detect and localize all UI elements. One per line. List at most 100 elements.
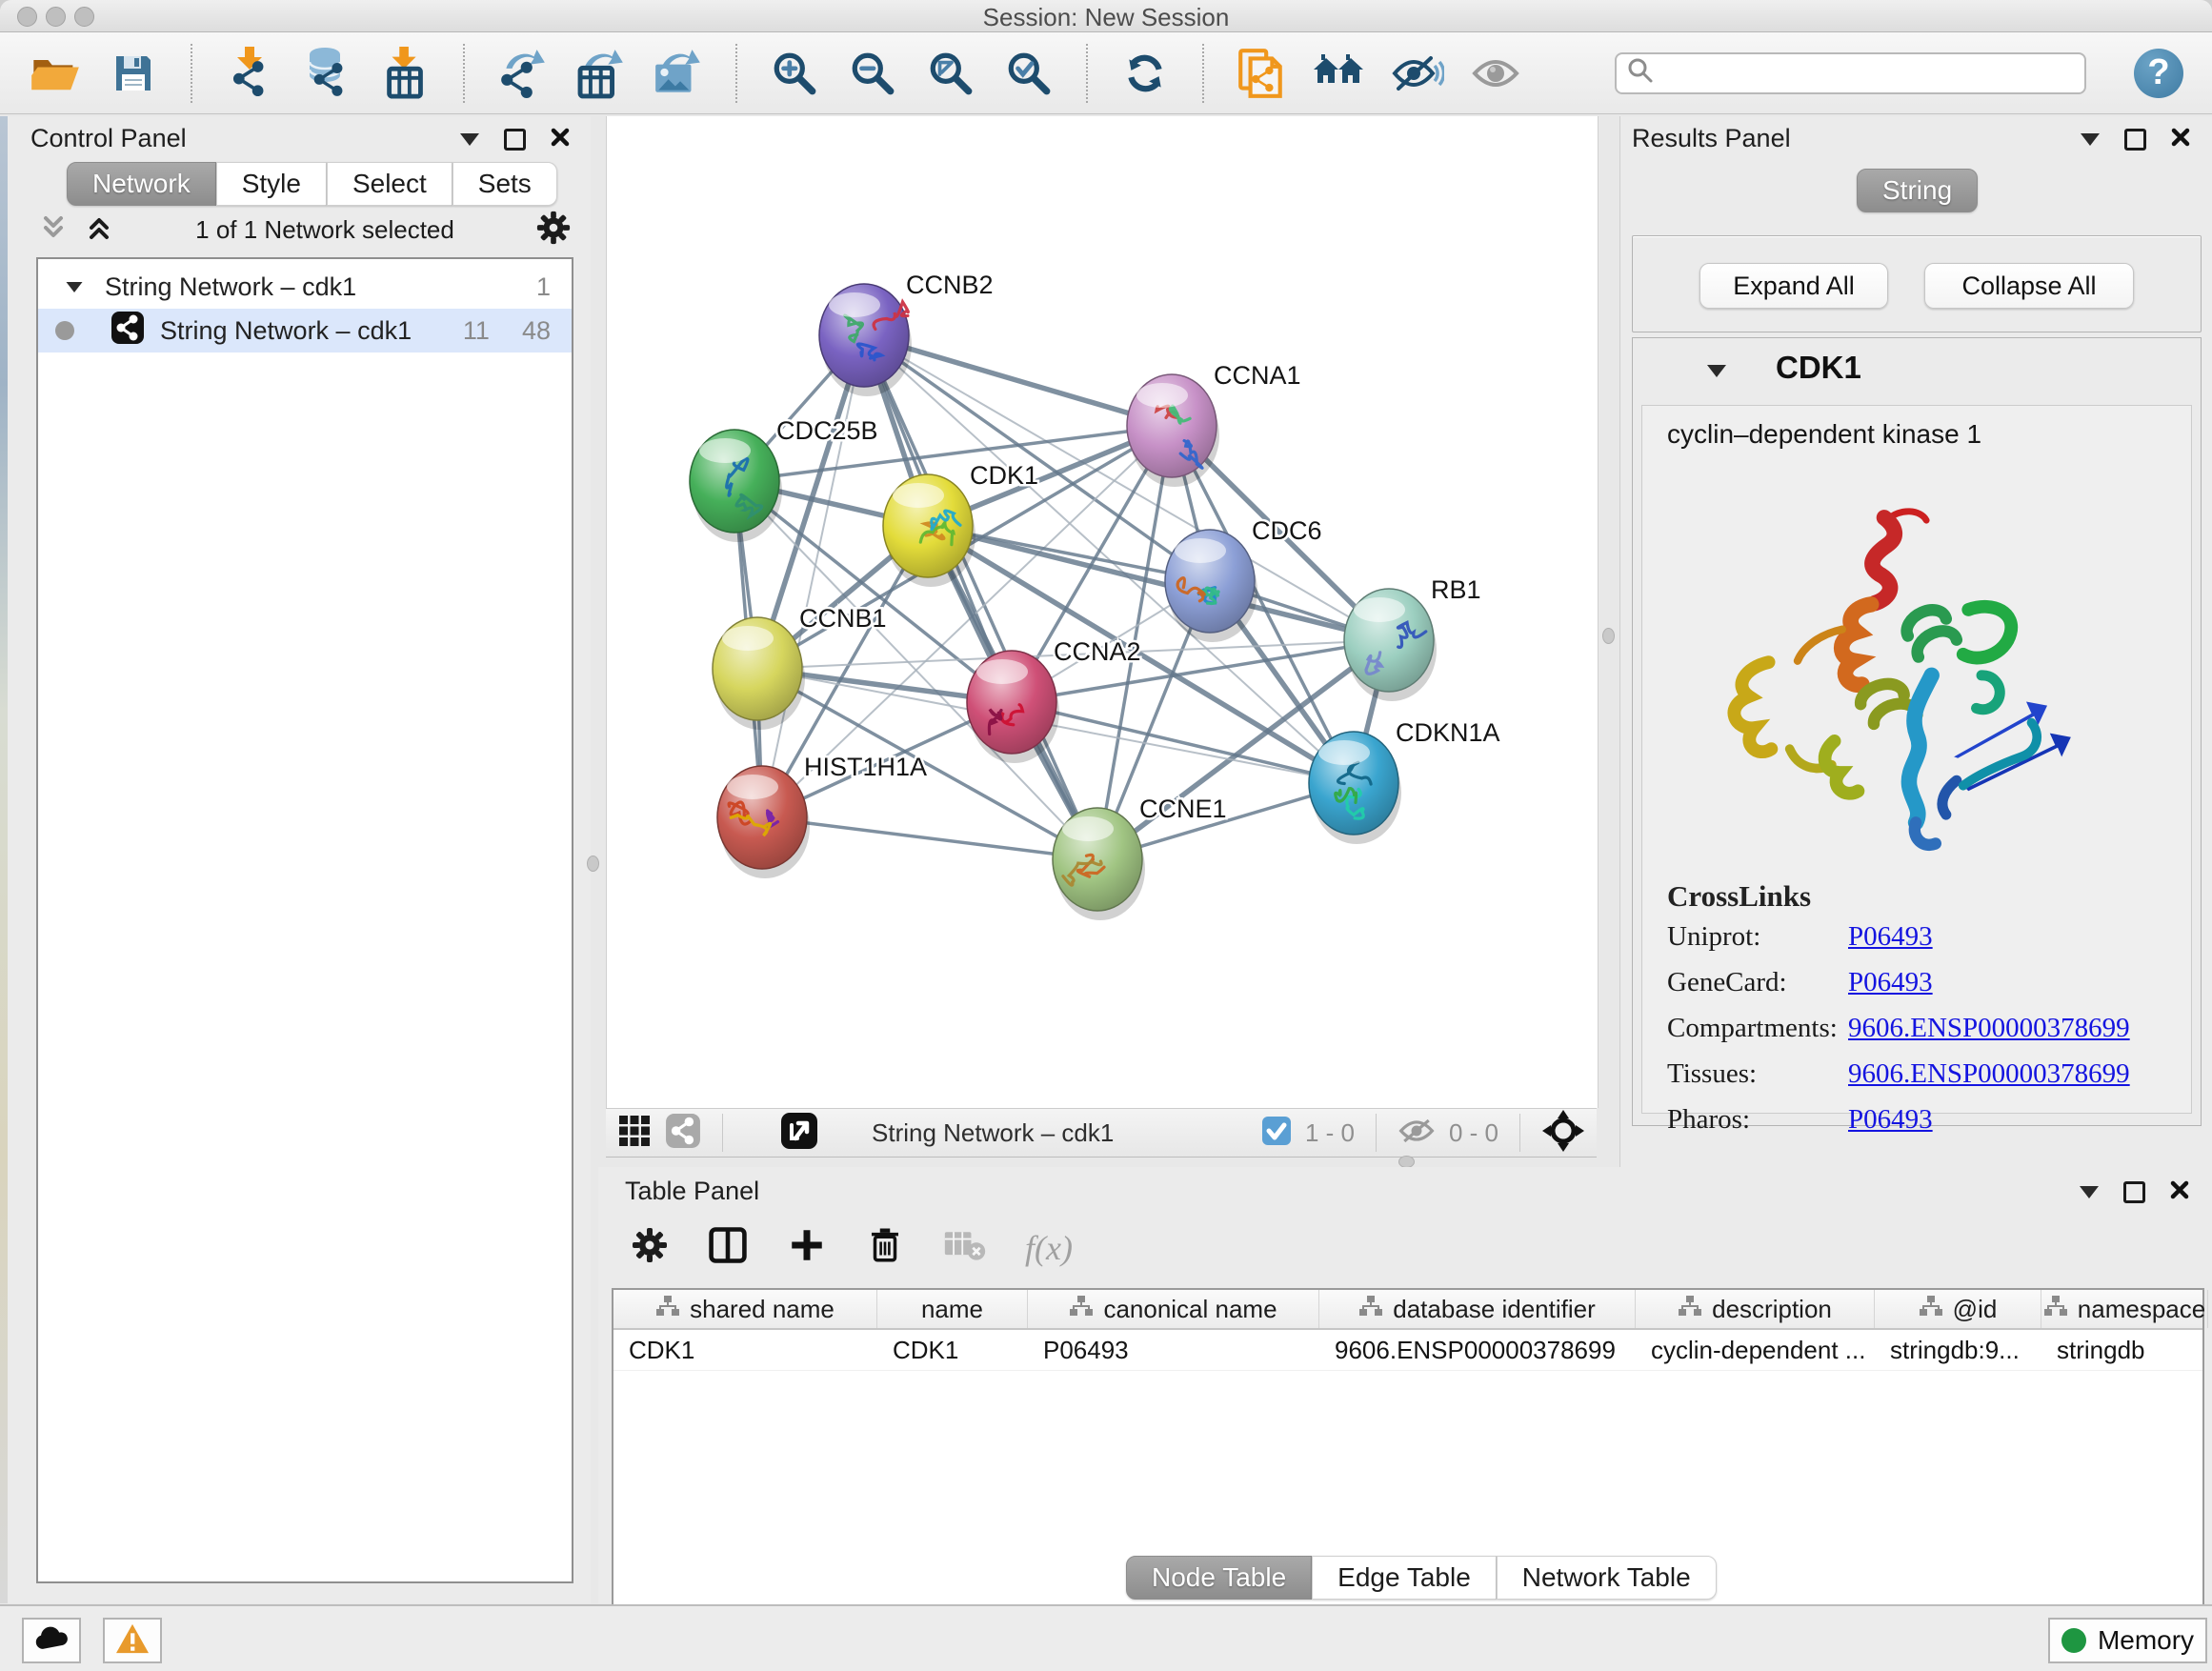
close-panel-icon[interactable] bbox=[2171, 128, 2190, 151]
table-cell[interactable]: CDK1 bbox=[877, 1330, 1028, 1370]
column-header-description[interactable]: description bbox=[1636, 1290, 1875, 1328]
export-table-icon[interactable] bbox=[573, 46, 627, 101]
column-header-name[interactable]: name bbox=[877, 1290, 1028, 1328]
equation-fx-icon: f(x) bbox=[1025, 1228, 1073, 1268]
float-panel-icon[interactable] bbox=[2124, 129, 2146, 151]
collapse-all-button[interactable]: Collapse All bbox=[1924, 263, 2134, 309]
table-cell[interactable]: P06493 bbox=[1028, 1330, 1319, 1370]
table-row[interactable]: CDK1CDK1P064939606.ENSP00000378699cyclin… bbox=[613, 1330, 2202, 1371]
close-panel-icon[interactable] bbox=[551, 128, 570, 151]
import-database-icon[interactable] bbox=[301, 46, 354, 101]
add-column-icon[interactable] bbox=[787, 1225, 827, 1270]
table-cell[interactable]: 9606.ENSP00000378699 bbox=[1319, 1330, 1636, 1370]
zoom-out-icon[interactable] bbox=[846, 46, 899, 101]
table-cell[interactable]: stringdb:9... bbox=[1875, 1330, 2041, 1370]
graph-node-CDC25B[interactable] bbox=[690, 430, 782, 542]
close-panel-icon[interactable] bbox=[2170, 1180, 2189, 1204]
warnings-button[interactable] bbox=[103, 1618, 162, 1663]
collection-collapse-icon[interactable] bbox=[67, 281, 83, 292]
column-header-database-identifier[interactable]: database identifier bbox=[1319, 1290, 1636, 1328]
network-graph[interactable]: CCNB2CCNA1CDC25BCDK1CDC6RB1CCNB1CCNA2CDK… bbox=[607, 116, 1598, 1108]
graph-node-CCNB2[interactable] bbox=[819, 284, 912, 396]
panel-menu-icon[interactable] bbox=[2080, 1186, 2099, 1198]
tab-sets[interactable]: Sets bbox=[452, 162, 557, 206]
table-cell[interactable]: cyclin-dependent ... bbox=[1636, 1330, 1875, 1370]
homes-icon[interactable] bbox=[1313, 46, 1366, 101]
table-header-row: shared namenamecanonical namedatabase id… bbox=[613, 1290, 2202, 1330]
results-entry-box: CDK1 cyclin–dependent kinase 1 bbox=[1632, 337, 2202, 1126]
pan-crosshair-icon[interactable] bbox=[1541, 1109, 1585, 1158]
graph-node-HIST1H1A[interactable] bbox=[717, 766, 810, 878]
export-network-icon[interactable] bbox=[495, 46, 549, 101]
float-panel-icon[interactable] bbox=[504, 129, 526, 151]
collapse-all-networks-icon[interactable] bbox=[38, 212, 69, 248]
hide-eye-icon[interactable] bbox=[1391, 46, 1444, 101]
crosslink-link[interactable]: P06493 bbox=[1848, 1104, 1933, 1136]
float-panel-icon[interactable] bbox=[2123, 1181, 2145, 1203]
graph-node-CCNE1[interactable] bbox=[1053, 808, 1145, 920]
selected-checkbox-icon[interactable] bbox=[1261, 1116, 1292, 1151]
table-cell[interactable]: stringdb bbox=[2041, 1330, 2208, 1370]
table-cell[interactable]: CDK1 bbox=[613, 1330, 877, 1370]
entry-collapse-icon[interactable] bbox=[1707, 365, 1726, 377]
import-table-icon[interactable] bbox=[379, 46, 432, 101]
network-overview-icon[interactable] bbox=[665, 1113, 701, 1154]
zoom-selected-icon[interactable] bbox=[1002, 46, 1056, 101]
export-image-icon[interactable] bbox=[652, 46, 705, 101]
right-splitter-grip[interactable] bbox=[1602, 628, 1615, 644]
tab-select[interactable]: Select bbox=[327, 162, 452, 206]
show-eye-icon[interactable] bbox=[1469, 46, 1522, 101]
clone-network-icon[interactable] bbox=[1235, 46, 1288, 101]
grid-view-icon[interactable] bbox=[617, 1114, 652, 1153]
search-box[interactable] bbox=[1615, 52, 2086, 94]
column-header-shared-name[interactable]: shared name bbox=[613, 1290, 877, 1328]
network-node-count: 11 bbox=[463, 316, 490, 346]
column-header-namespace[interactable]: namespace bbox=[2041, 1290, 2208, 1328]
import-network-icon[interactable] bbox=[223, 46, 276, 101]
tab-edge-table[interactable]: Edge Table bbox=[1312, 1556, 1497, 1600]
refresh-icon[interactable] bbox=[1118, 46, 1172, 101]
panel-menu-icon[interactable] bbox=[2081, 133, 2100, 146]
search-input[interactable] bbox=[1662, 57, 2075, 89]
birdseye-view-icon[interactable] bbox=[780, 1112, 818, 1155]
expand-all-networks-icon[interactable] bbox=[84, 212, 114, 248]
graph-node-CCNA1[interactable] bbox=[1127, 374, 1219, 487]
help-button[interactable]: ? bbox=[2134, 49, 2183, 98]
graph-node-CCNB1[interactable] bbox=[713, 617, 805, 730]
network-options-gear-icon[interactable] bbox=[535, 210, 572, 251]
memory-button[interactable]: Memory bbox=[2048, 1618, 2207, 1663]
zoom-in-icon[interactable] bbox=[768, 46, 821, 101]
crosslink-link[interactable]: 9606.ENSP00000378699 bbox=[1848, 1058, 2130, 1090]
expand-all-button[interactable]: Expand All bbox=[1699, 263, 1888, 309]
graph-node-CDC6[interactable] bbox=[1165, 530, 1257, 642]
show-columns-icon[interactable] bbox=[707, 1224, 749, 1271]
graph-node-CCNA2[interactable] bbox=[967, 651, 1059, 763]
memory-status-dot bbox=[2061, 1628, 2086, 1653]
crosslink-link[interactable]: P06493 bbox=[1848, 967, 1933, 998]
panel-menu-icon[interactable] bbox=[460, 133, 479, 146]
network-row-selected[interactable]: String Network – cdk1 11 48 bbox=[38, 309, 572, 352]
network-collection-row[interactable]: String Network – cdk1 1 bbox=[38, 265, 572, 309]
delete-column-icon[interactable] bbox=[865, 1225, 905, 1270]
graph-node-RB1[interactable] bbox=[1344, 589, 1437, 701]
divider bbox=[722, 1114, 723, 1152]
tab-network-table[interactable]: Network Table bbox=[1497, 1556, 1717, 1600]
tab-string[interactable]: String bbox=[1857, 169, 1978, 212]
save-icon[interactable] bbox=[107, 46, 160, 101]
zoom-fit-icon[interactable] bbox=[924, 46, 977, 101]
column-header-@id[interactable]: @id bbox=[1875, 1290, 2041, 1328]
network-view-canvas[interactable]: CCNB2CCNA1CDC25BCDK1CDC6RB1CCNB1CCNA2CDK… bbox=[606, 116, 1599, 1108]
crosslink-link[interactable]: P06493 bbox=[1848, 921, 1933, 953]
column-header-canonical-name[interactable]: canonical name bbox=[1028, 1290, 1319, 1328]
graph-node-label: CCNE1 bbox=[1139, 795, 1227, 823]
tab-node-table[interactable]: Node Table bbox=[1126, 1556, 1312, 1600]
graph-node-CDKN1A[interactable] bbox=[1309, 732, 1401, 844]
crosslink-link[interactable]: 9606.ENSP00000378699 bbox=[1848, 1013, 2130, 1044]
cloud-status-button[interactable] bbox=[22, 1618, 81, 1663]
table-options-gear-icon[interactable] bbox=[631, 1226, 669, 1269]
graph-node-CDK1[interactable] bbox=[883, 474, 975, 587]
tab-style[interactable]: Style bbox=[216, 162, 327, 206]
tab-network[interactable]: Network bbox=[67, 162, 216, 206]
left-splitter-grip[interactable] bbox=[587, 856, 599, 872]
open-folder-icon[interactable] bbox=[29, 46, 82, 101]
